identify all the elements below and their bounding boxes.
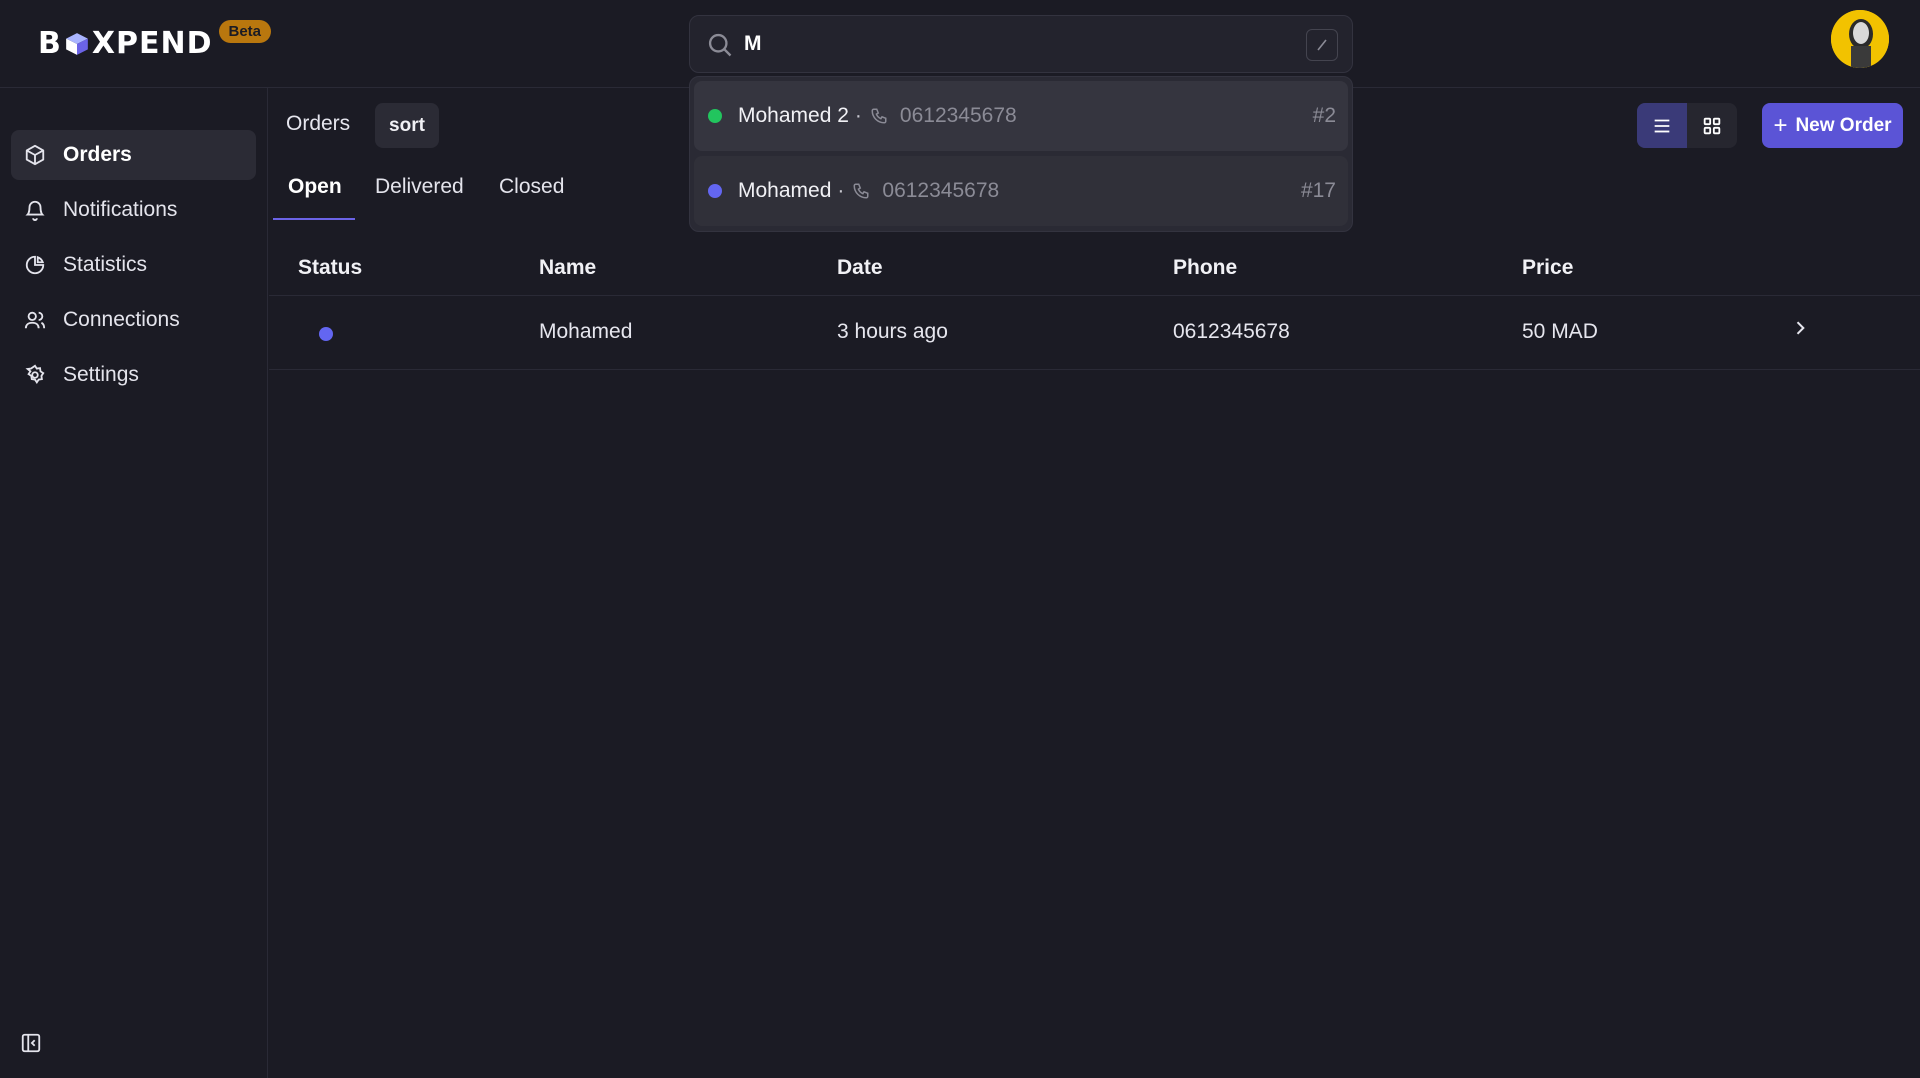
beta-badge: Beta bbox=[218, 20, 272, 43]
pie-chart-icon bbox=[23, 253, 47, 277]
plus-icon: + bbox=[1773, 111, 1788, 139]
list-icon bbox=[1654, 119, 1670, 132]
result-separator: · bbox=[837, 179, 845, 202]
column-header-price[interactable]: Price bbox=[1522, 256, 1573, 280]
orders-table: Status Name Date Phone Price Mohamed 3 h… bbox=[269, 240, 1920, 370]
sort-button[interactable]: sort bbox=[375, 103, 439, 148]
table-row[interactable]: Mohamed 3 hours ago 0612345678 50 MAD bbox=[269, 296, 1920, 370]
sidebar-item-orders[interactable]: Orders bbox=[11, 130, 256, 180]
package-icon bbox=[23, 143, 47, 167]
result-name: Mohamed 2 bbox=[738, 104, 849, 127]
phone-icon bbox=[852, 182, 870, 200]
status-dot bbox=[708, 109, 722, 123]
result-order-number: #2 bbox=[1312, 104, 1336, 127]
bell-icon bbox=[23, 198, 47, 222]
search-result-item[interactable]: Mohamed · 0612345678 #17 bbox=[694, 156, 1348, 226]
sidebar-item-label: Notifications bbox=[63, 198, 178, 221]
status-dot bbox=[319, 327, 333, 341]
new-order-button[interactable]: + New Order bbox=[1762, 103, 1903, 148]
result-name: Mohamed bbox=[738, 179, 832, 202]
column-header-phone[interactable]: Phone bbox=[1173, 256, 1237, 280]
column-header-date[interactable]: Date bbox=[837, 256, 883, 280]
cell-date: 3 hours ago bbox=[837, 320, 948, 343]
top-header: B XPEND Beta bbox=[0, 0, 1920, 88]
sidebar-item-label: Settings bbox=[63, 363, 139, 386]
list-view-button[interactable] bbox=[1637, 103, 1687, 148]
column-header-name[interactable]: Name bbox=[539, 256, 596, 280]
logo-suffix: XPEND bbox=[91, 26, 213, 61]
sidebar-item-notifications[interactable]: Notifications bbox=[11, 185, 256, 235]
cell-phone: 0612345678 bbox=[1173, 320, 1290, 343]
result-phone: 0612345678 bbox=[882, 179, 1000, 202]
sidebar-item-label: Connections bbox=[63, 308, 180, 331]
grid-icon bbox=[1703, 117, 1721, 134]
sidebar-item-connections[interactable]: Connections bbox=[11, 295, 256, 345]
search-icon bbox=[708, 33, 732, 57]
logo-wordmark: B XPEND bbox=[38, 26, 213, 62]
brand-logo[interactable]: B XPEND Beta bbox=[38, 20, 272, 62]
status-dot bbox=[708, 184, 722, 198]
chevron-right-icon[interactable] bbox=[1790, 318, 1810, 343]
slash-shortcut-icon bbox=[1306, 29, 1338, 61]
tab-delivered[interactable]: Delivered bbox=[375, 175, 464, 220]
sidebar-item-statistics[interactable]: Statistics bbox=[11, 240, 256, 290]
cell-name: Mohamed bbox=[539, 320, 633, 343]
result-order-number: #17 bbox=[1300, 179, 1336, 202]
phone-icon bbox=[870, 107, 888, 125]
sidebar: Orders Notifications Statistics Connecti… bbox=[0, 88, 268, 1078]
table-header: Status Name Date Phone Price bbox=[269, 240, 1920, 296]
user-avatar-icon bbox=[1831, 10, 1889, 68]
new-order-label: New Order bbox=[1795, 114, 1892, 136]
collapse-sidebar-icon[interactable] bbox=[20, 1032, 44, 1056]
avatar[interactable] bbox=[1831, 10, 1889, 68]
users-icon bbox=[23, 308, 47, 332]
gear-icon bbox=[23, 363, 47, 387]
search-result-item[interactable]: Mohamed 2 · 0612345678 #2 bbox=[694, 81, 1348, 151]
search-results-dropdown: Mohamed 2 · 0612345678 #2 Mohamed · 0612… bbox=[689, 76, 1353, 232]
box-logo-icon bbox=[66, 33, 88, 55]
active-tab-indicator bbox=[273, 218, 355, 220]
tab-open[interactable]: Open bbox=[288, 175, 342, 220]
sidebar-item-label: Orders bbox=[63, 143, 132, 166]
cell-price: 50 MAD bbox=[1522, 320, 1598, 343]
result-separator: · bbox=[854, 104, 862, 127]
search-input[interactable] bbox=[744, 26, 1284, 62]
view-toggle bbox=[1637, 103, 1737, 148]
breadcrumb[interactable]: Orders bbox=[286, 112, 350, 136]
sidebar-item-label: Statistics bbox=[63, 253, 148, 276]
tab-closed[interactable]: Closed bbox=[499, 175, 564, 220]
sidebar-item-settings[interactable]: Settings bbox=[11, 350, 256, 400]
grid-view-button[interactable] bbox=[1687, 103, 1737, 148]
search-bar[interactable] bbox=[689, 15, 1353, 73]
column-header-status[interactable]: Status bbox=[298, 256, 362, 280]
result-phone: 0612345678 bbox=[899, 104, 1017, 127]
logo-prefix: B bbox=[38, 26, 62, 61]
